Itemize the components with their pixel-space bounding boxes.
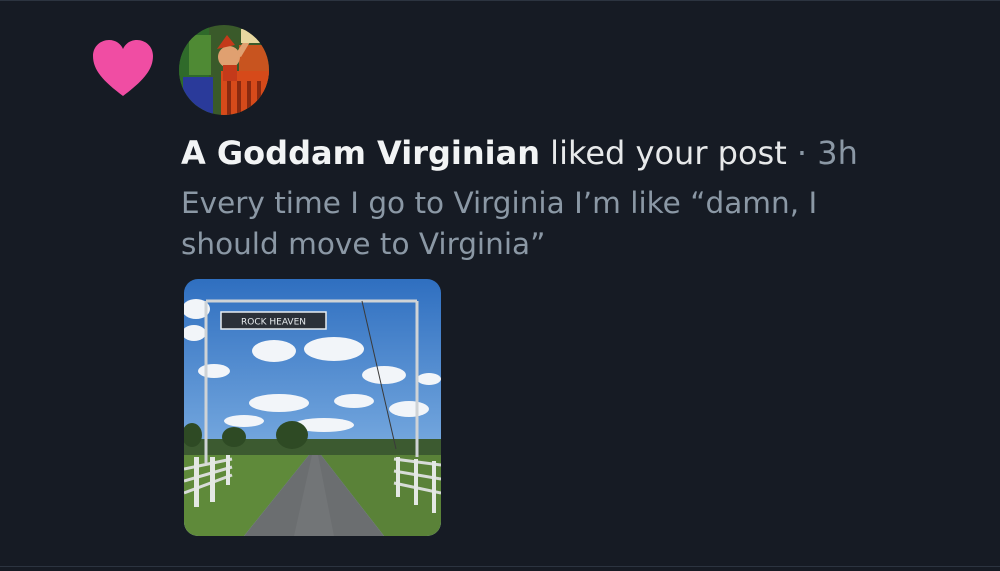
post-text[interactable]: Every time I go to Virginia I’m like “da… [181, 183, 901, 265]
action-text: liked your post [550, 134, 787, 172]
separator: · [796, 134, 808, 172]
divider [0, 0, 1000, 1]
heart-icon [93, 40, 153, 96]
actor-name[interactable]: A Goddam Virginian [181, 134, 540, 172]
avatar[interactable] [179, 25, 269, 115]
divider [0, 566, 1000, 567]
post-image[interactable]: ROCK HEAVEN [184, 279, 441, 536]
notification-headline: A Goddam Virginian liked your post · 3h [181, 131, 981, 175]
sign-text: ROCK HEAVEN [241, 318, 306, 328]
timestamp: 3h [817, 134, 858, 172]
notification-item[interactable]: A Goddam Virginian liked your post · 3h … [0, 0, 1000, 571]
